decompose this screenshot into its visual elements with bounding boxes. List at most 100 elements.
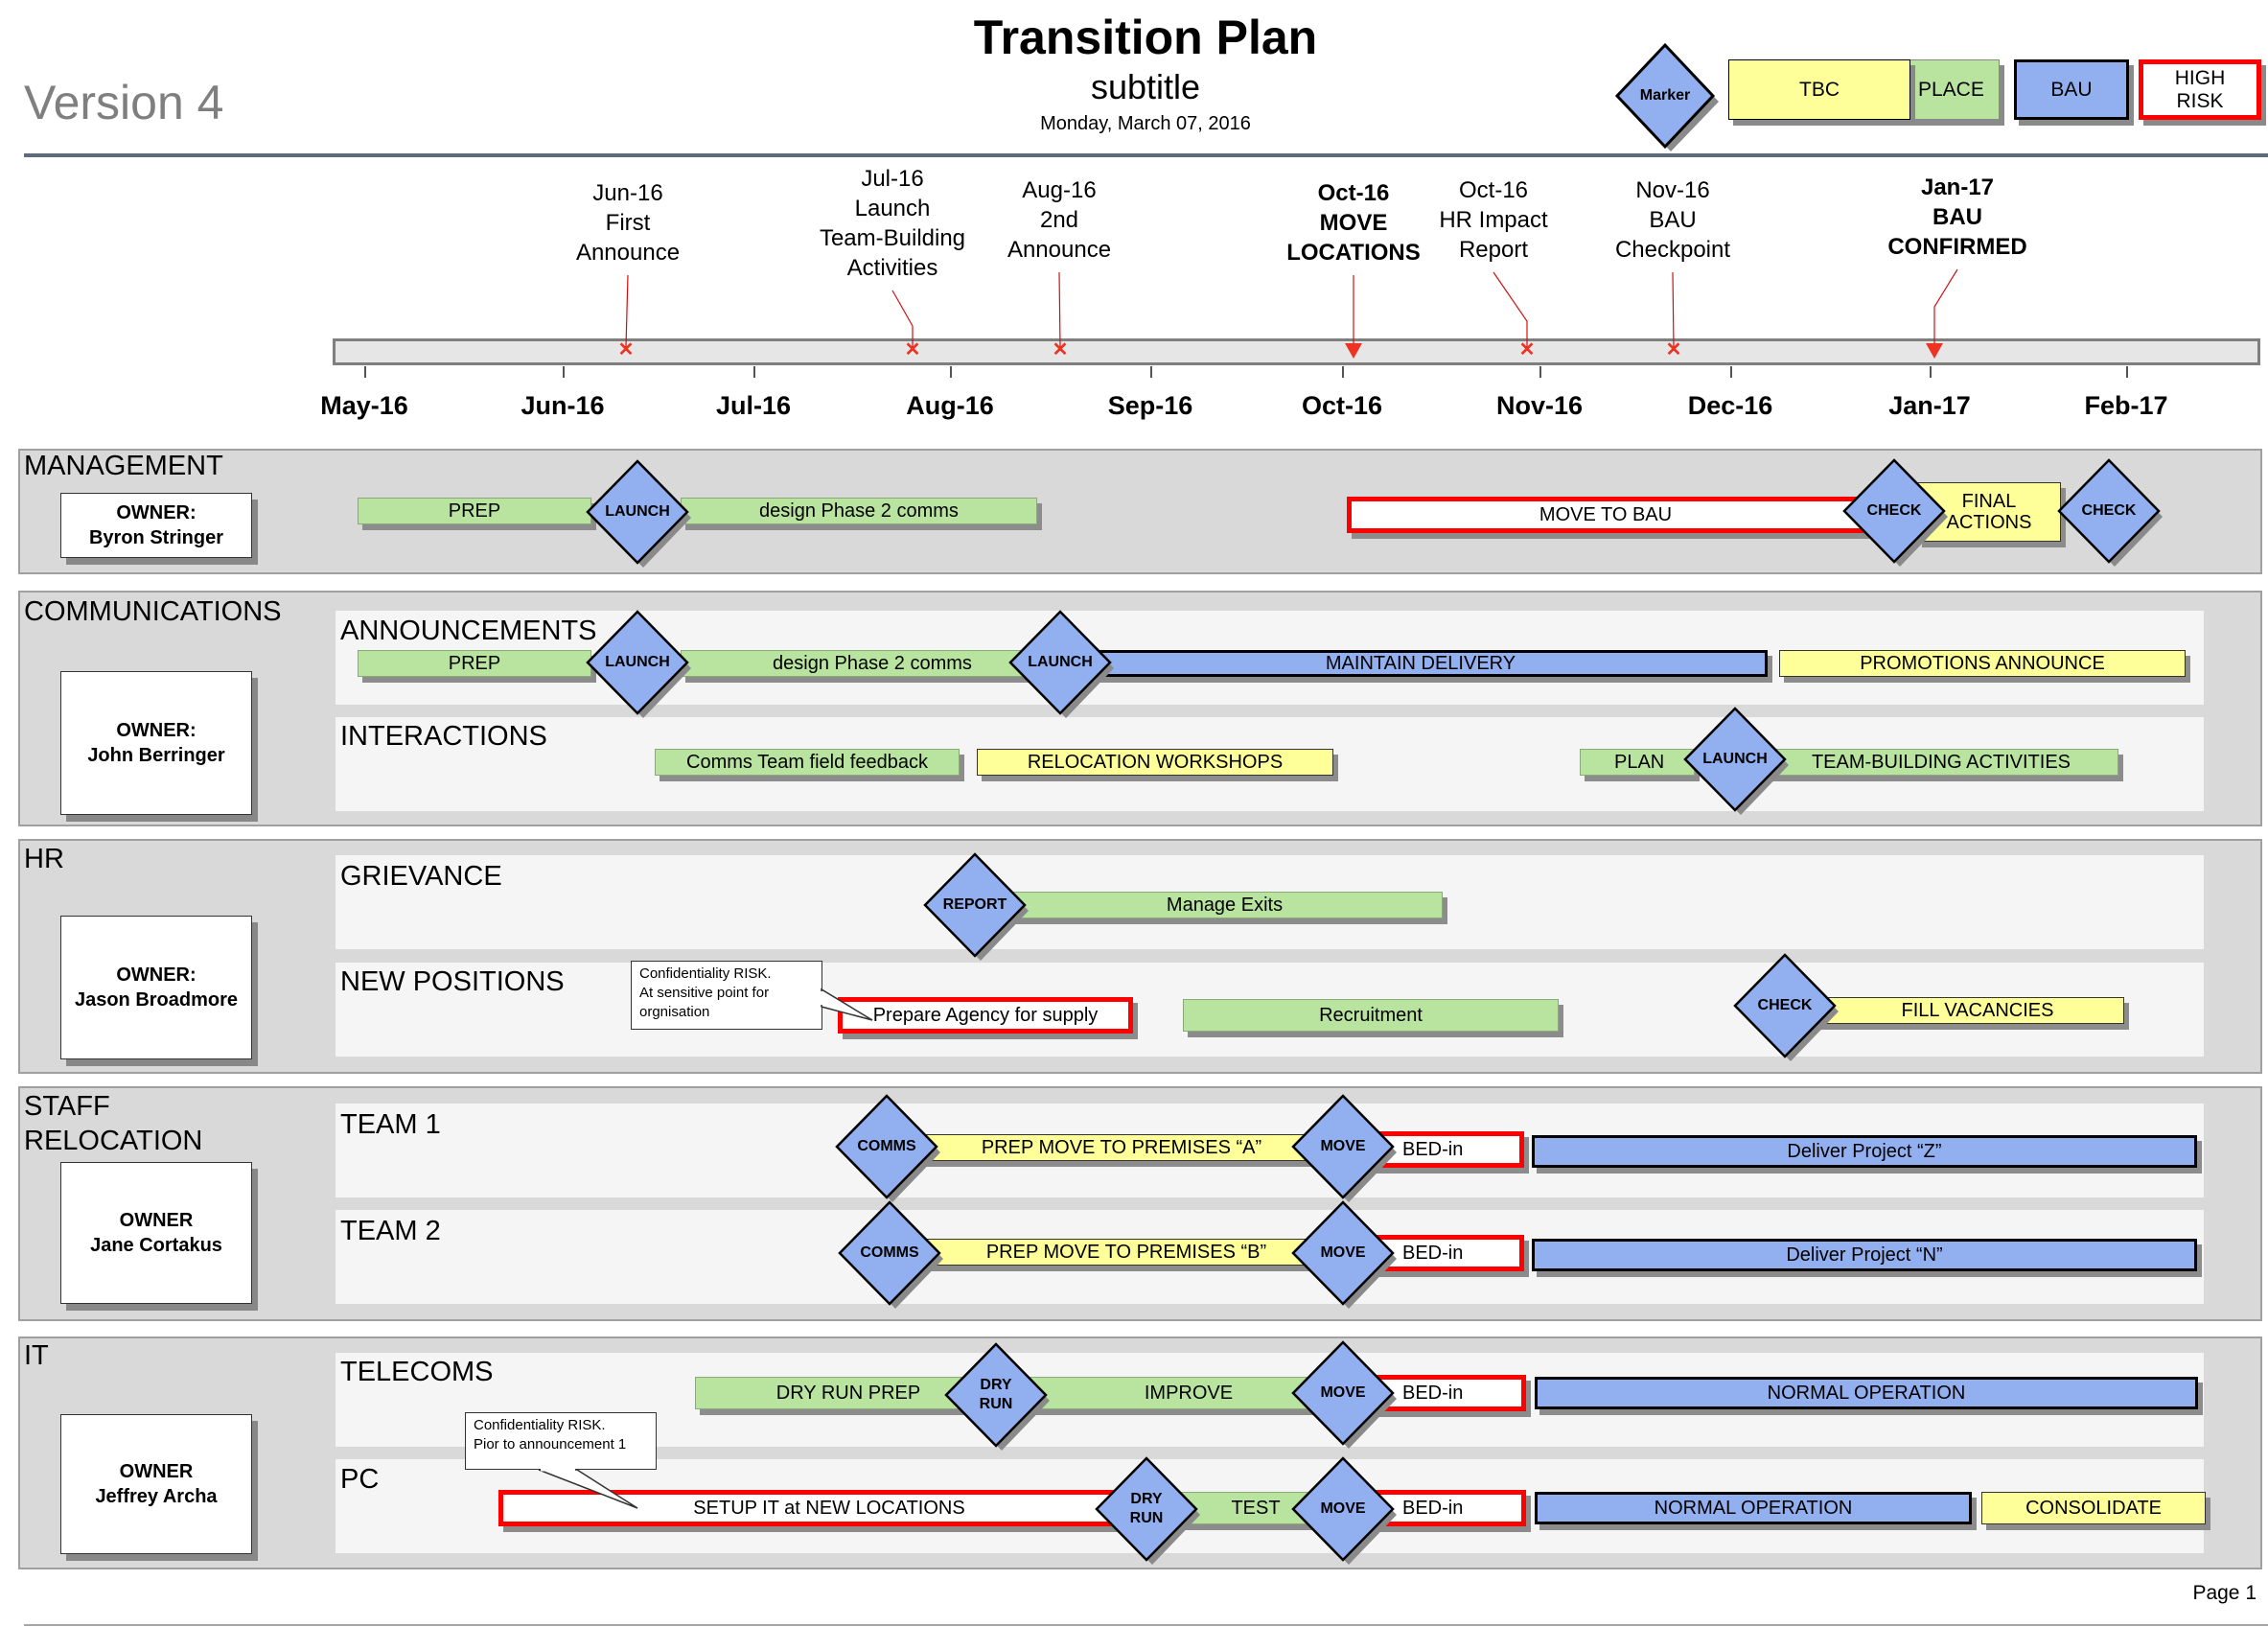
marker-launch-2[interactable]: LAUNCH — [1003, 610, 1118, 718]
x-icon[interactable]: ✕ — [1513, 336, 1541, 364]
marker-dry-run-2[interactable]: DRY RUN — [1089, 1456, 1204, 1565]
section-title-it: IT — [24, 1340, 49, 1371]
owner-name: Byron Stringer — [88, 527, 224, 548]
task-move-to-bau[interactable]: MOVE TO BAU — [1347, 497, 1864, 533]
marker-label: LAUNCH — [605, 503, 670, 520]
marker-check[interactable]: CHECK — [1727, 953, 1842, 1061]
marker-move-1[interactable]: MOVE — [1285, 1094, 1400, 1202]
month-label: Sep-16 — [1107, 391, 1193, 420]
task-manage-exits[interactable]: Manage Exits — [1007, 892, 1443, 918]
task-recruitment[interactable]: Recruitment — [1183, 999, 1559, 1032]
month-label: Dec-16 — [1687, 391, 1773, 420]
milestone-line: Jun-16 — [592, 180, 663, 206]
marker-label: CHECK — [1866, 502, 1922, 519]
marker-move-4[interactable]: MOVE — [1285, 1456, 1400, 1565]
task-label-line1: FINAL — [1961, 491, 2017, 512]
marker-label: LAUNCH — [1028, 654, 1093, 670]
x-icon[interactable]: ✕ — [1046, 336, 1075, 364]
task-relocation-workshops[interactable]: RELOCATION WORKSHOPS — [977, 749, 1333, 776]
x-icon[interactable]: ✕ — [612, 336, 640, 364]
lane-title-team-1: TEAM 1 — [340, 1109, 441, 1140]
marker-report[interactable]: REPORT — [917, 852, 1032, 961]
section-title-hr: HR — [24, 844, 64, 874]
lane-title-announcements: ANNOUNCEMENTS — [340, 616, 597, 646]
x-icon[interactable]: ✕ — [1659, 336, 1688, 364]
x-icon[interactable]: ✕ — [898, 336, 927, 364]
owner-card-communications: OWNER: John Berringer — [60, 671, 252, 815]
task-prep[interactable]: PREP — [358, 650, 591, 677]
page-number: Page 1 — [2192, 1582, 2256, 1604]
callout-line: Confidentiality RISK. — [474, 1417, 606, 1433]
marker-check-2[interactable]: CHECK — [2051, 458, 2166, 567]
triangle-down-icon[interactable] — [1345, 343, 1362, 359]
task-deliver-project-z[interactable]: Deliver Project “Z” — [1532, 1135, 2197, 1168]
marker-label: LAUNCH — [1702, 751, 1768, 767]
lane-title-grievance: GRIEVANCE — [340, 861, 502, 892]
milestone-line: Launch — [854, 196, 931, 221]
milestone-label: Nov-16 BAU Checkpoint — [1577, 175, 1769, 265]
lane-title-interactions: INTERACTIONS — [340, 721, 547, 752]
task-prep[interactable]: PREP — [358, 498, 591, 524]
task-label: NORMAL OPERATION — [1654, 1497, 1853, 1519]
owner-label: OWNER: — [116, 720, 197, 741]
task-prepare-agency[interactable]: Prepare Agency for supply — [838, 997, 1133, 1034]
marker-label-line2: RUN — [1129, 1510, 1164, 1526]
milestone-line: 2nd — [1039, 207, 1079, 233]
task-deliver-project-n[interactable]: Deliver Project “N” — [1532, 1239, 2197, 1271]
task-label: CONSOLIDATE — [2025, 1497, 2162, 1519]
marker-label-line1: DRY — [1130, 1491, 1163, 1507]
marker-comms-1[interactable]: COMMS — [829, 1094, 944, 1202]
month-label: Jun-16 — [521, 391, 605, 420]
task-label: SETUP IT at NEW LOCATIONS — [693, 1497, 965, 1519]
milestone-line: Team-Building — [819, 225, 966, 251]
milestone-line: First — [605, 210, 651, 236]
task-comms-field-feedback[interactable]: Comms Team field feedback — [655, 749, 960, 776]
task-normal-operation[interactable]: NORMAL OPERATION — [1535, 1377, 2198, 1409]
callout-line: Confidentiality RISK. — [639, 965, 772, 982]
owner-card-staff-relocation: OWNER Jane Cortakus — [60, 1162, 252, 1304]
task-design-phase2[interactable]: design Phase 2 comms — [681, 498, 1037, 524]
marker-launch-3[interactable]: LAUNCH — [1678, 707, 1793, 815]
task-label: PREP — [448, 500, 501, 522]
marker-label: REPORT — [942, 896, 1007, 913]
owner-card-hr: OWNER: Jason Broadmore — [60, 916, 252, 1059]
marker-move-2[interactable]: MOVE — [1285, 1200, 1400, 1309]
marker-launch[interactable]: LAUNCH — [580, 459, 695, 568]
task-prep-move-a[interactable]: PREP MOVE TO PREMISES “A” — [915, 1134, 1328, 1161]
task-label: Deliver Project “N” — [1786, 1243, 1943, 1266]
milestone-line: Checkpoint — [1614, 237, 1731, 263]
task-promotions-announce[interactable]: PROMOTIONS ANNOUNCE — [1779, 650, 2186, 677]
milestone-line: Announce — [1007, 237, 1112, 263]
task-prep-move-b[interactable]: PREP MOVE TO PREMISES “B” — [920, 1239, 1332, 1266]
task-label: BED-in — [1402, 1382, 1464, 1404]
task-consolidate[interactable]: CONSOLIDATE — [1981, 1492, 2206, 1524]
month-label: Oct-16 — [1301, 391, 1383, 420]
marker-launch-1[interactable]: LAUNCH — [580, 610, 695, 718]
milestone-label: Jan-17 BAU CONFIRMED — [1862, 173, 2053, 262]
marker-dry-run-1[interactable]: DRY RUN — [938, 1342, 1053, 1451]
section-title-communications: COMMUNICATIONS — [24, 596, 282, 627]
marker-label: CHECK — [2081, 502, 2137, 519]
marker-label: MOVE — [1320, 1384, 1366, 1401]
milestone-label: Jul-16 Launch Team-Building Activities — [797, 164, 988, 283]
month-label: Nov-16 — [1495, 391, 1584, 420]
marker-move-3[interactable]: MOVE — [1285, 1340, 1400, 1449]
milestone-line: Announce — [575, 240, 681, 266]
month-label: Feb-17 — [2084, 391, 2168, 420]
task-maintain-delivery[interactable]: MAINTAIN DELIVERY — [1074, 650, 1768, 677]
milestone-label: Jun-16 First Announce — [532, 178, 724, 267]
task-label: design Phase 2 comms — [773, 652, 972, 674]
task-label: design Phase 2 comms — [759, 500, 959, 522]
lane-title-pc: PC — [340, 1464, 380, 1495]
task-label: Deliver Project “Z” — [1787, 1140, 1942, 1162]
task-label: Manage Exits — [1166, 894, 1284, 916]
triangle-down-icon[interactable] — [1926, 343, 1943, 359]
task-label: Comms Team field feedback — [686, 751, 928, 773]
owner-card-management: OWNER: Byron Stringer — [60, 493, 252, 558]
milestone-line: CONFIRMED — [1887, 234, 2027, 260]
task-fill-vacancies[interactable]: FILL VACANCIES — [1802, 997, 2124, 1024]
footer-divider — [24, 1624, 2268, 1626]
marker-check-1[interactable]: CHECK — [1837, 458, 1952, 567]
marker-comms-2[interactable]: COMMS — [832, 1200, 947, 1309]
task-normal-operation[interactable]: NORMAL OPERATION — [1535, 1492, 1972, 1524]
